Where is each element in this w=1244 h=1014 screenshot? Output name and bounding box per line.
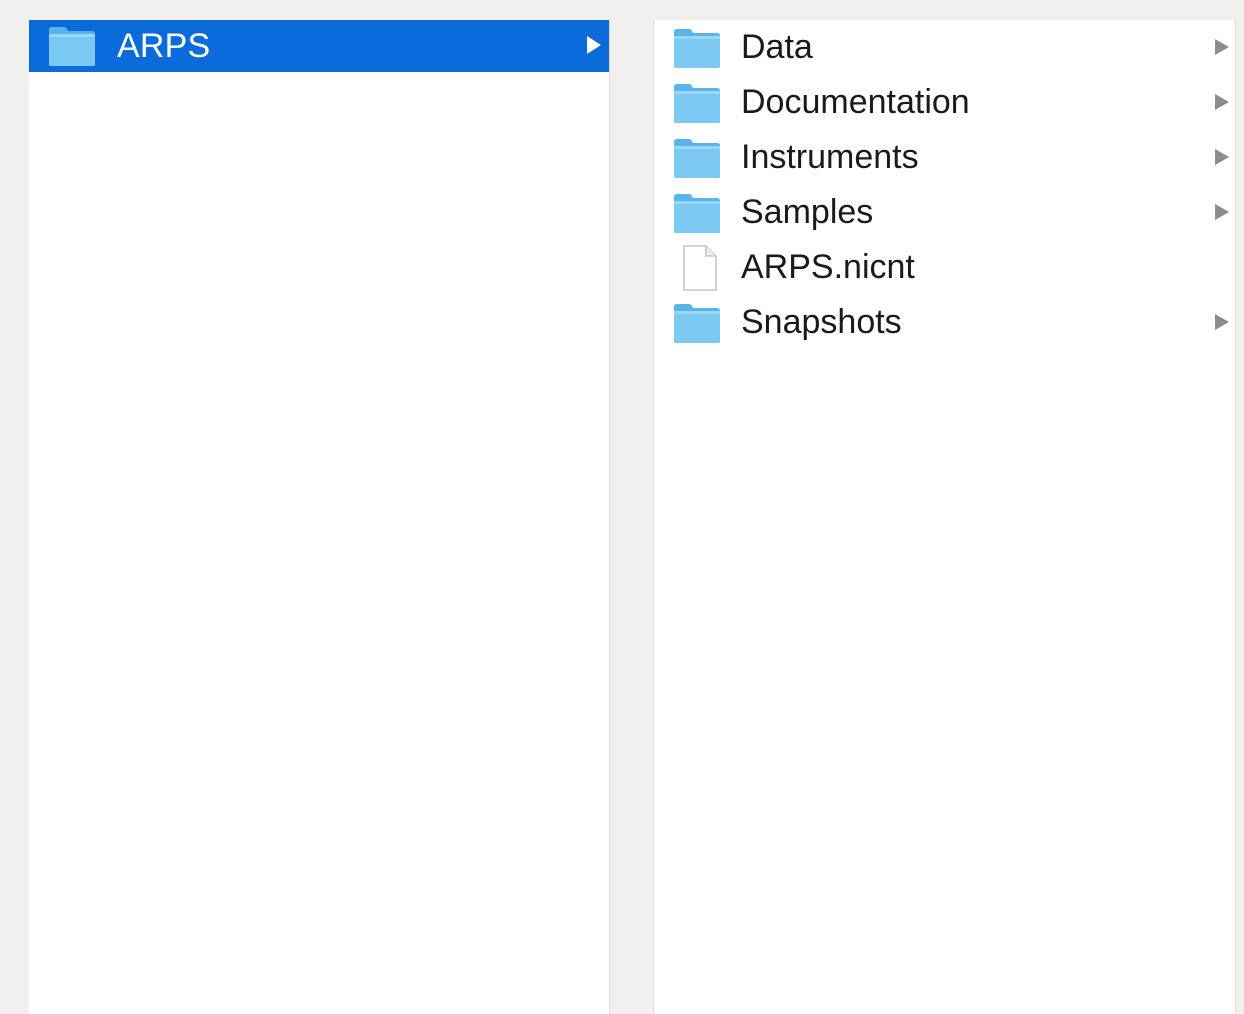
column-item-label: Documentation xyxy=(741,83,970,121)
column-item-label: Snapshots xyxy=(741,303,902,341)
column-item-instruments[interactable]: Instruments xyxy=(654,130,1235,185)
folder-icon xyxy=(674,139,720,178)
column-root[interactable]: ARPS xyxy=(29,20,610,1014)
column-item-samples[interactable]: Samples xyxy=(654,185,1235,240)
folder-icon xyxy=(674,29,720,68)
chevron-right-icon xyxy=(1215,149,1229,165)
chevron-right-icon xyxy=(1215,314,1229,330)
column-item-label: ARPS xyxy=(117,26,211,65)
column-item-label: Samples xyxy=(741,193,874,231)
column-arps-contents[interactable]: Data Documentation Instruments Samples A… xyxy=(653,20,1236,1014)
column-item-data[interactable]: Data xyxy=(654,20,1235,75)
folder-icon xyxy=(674,194,720,233)
chevron-right-icon xyxy=(587,36,601,54)
column-item-arps[interactable]: ARPS xyxy=(29,20,609,72)
document-file-icon xyxy=(683,245,717,291)
folder-icon xyxy=(674,304,720,343)
chevron-right-icon xyxy=(1215,204,1229,220)
folder-icon xyxy=(674,84,720,123)
finder-column-view: ARPS Data Documentation Instruments Samp… xyxy=(0,0,1244,1014)
folder-icon xyxy=(49,27,95,66)
column-item-snapshots[interactable]: Snapshots xyxy=(654,295,1235,350)
chevron-right-icon xyxy=(1215,39,1229,55)
column-item-label: Instruments xyxy=(741,138,919,176)
column-item-arps-nicnt[interactable]: ARPS.nicnt xyxy=(654,240,1235,295)
column-item-label: ARPS.nicnt xyxy=(741,248,915,286)
column-item-label: Data xyxy=(741,28,813,66)
column-item-documentation[interactable]: Documentation xyxy=(654,75,1235,130)
chevron-right-icon xyxy=(1215,94,1229,110)
